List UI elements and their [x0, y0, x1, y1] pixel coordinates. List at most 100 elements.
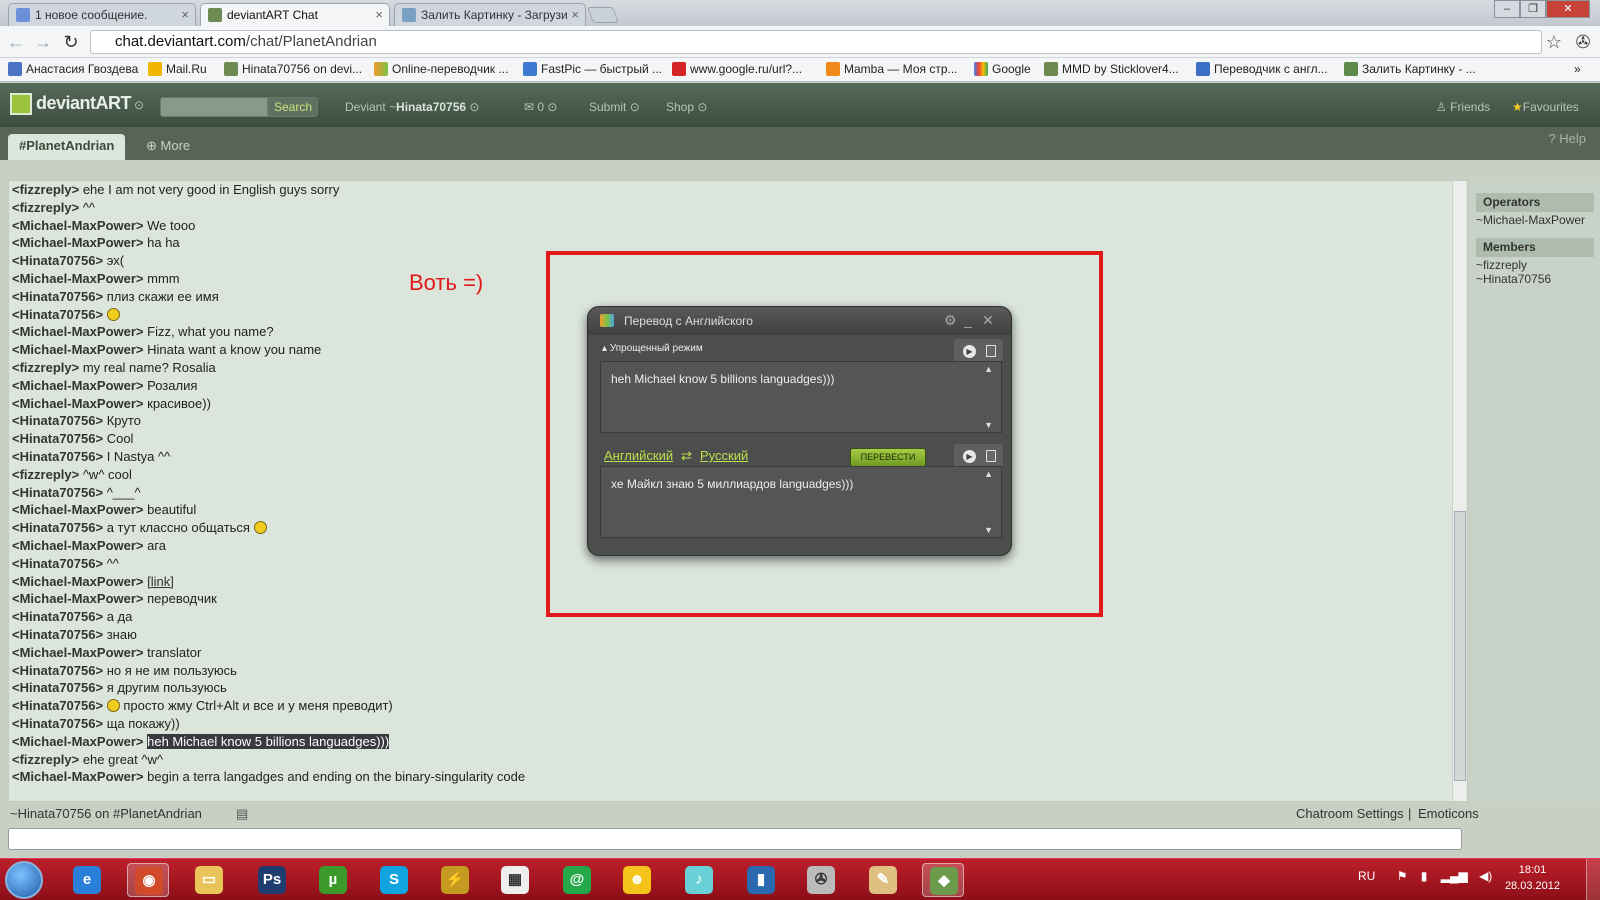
chat-nick[interactable]: <Hinata70756> — [12, 289, 103, 304]
clock[interactable]: 18:01 28.03.2012 — [1505, 862, 1560, 894]
flag-icon[interactable]: ⚑ — [1397, 869, 1408, 883]
chat-nick[interactable]: <Hinata70756> — [12, 485, 103, 500]
chrome-taskbar-button[interactable]: ◉ — [127, 863, 169, 897]
search-button[interactable]: Search — [268, 97, 318, 117]
minimize-button[interactable]: – — [1494, 0, 1520, 18]
bookmark-item[interactable]: FastPic — быстрый ... — [523, 62, 662, 76]
start-button[interactable] — [5, 861, 43, 899]
bookmarks-overflow-icon[interactable]: » — [1574, 62, 1581, 76]
notes-icon[interactable]: ▤ — [236, 806, 248, 822]
target-language-link[interactable]: Русский — [700, 448, 748, 463]
scroll-down-icon[interactable]: ▼ — [984, 525, 993, 535]
new-tab-button[interactable] — [587, 7, 619, 23]
chat-nick[interactable]: <Michael-MaxPower> — [12, 271, 144, 286]
chat-scrollbar[interactable] — [1452, 181, 1466, 801]
star-icon[interactable]: ☆ — [1543, 32, 1565, 53]
battery-icon[interactable]: ▮ — [1421, 869, 1428, 883]
translator-titlebar[interactable]: Перевод с Английского ⚙ _ ✕ — [588, 307, 1011, 335]
browser-tab-fastpic[interactable]: Залить Картинку - Загрузи × — [394, 3, 586, 26]
tab-planetandrian[interactable]: #PlanetAndrian — [8, 134, 126, 160]
search-input[interactable] — [160, 97, 268, 117]
member-item[interactable]: ~Hinata70756 — [1476, 272, 1551, 286]
chat-nick[interactable]: <Hinata70756> — [12, 627, 103, 642]
chat-nick[interactable]: <Michael-MaxPower> — [12, 538, 144, 553]
bookmark-item[interactable]: Mail.Ru — [148, 62, 207, 76]
close-icon[interactable]: × — [375, 7, 383, 22]
chat-nick[interactable]: <Michael-MaxPower> — [12, 235, 144, 250]
friends-link[interactable]: ♙ Friends — [1436, 100, 1490, 114]
deviant-menu[interactable]: Deviant ~Hinata70756 ⊙ — [345, 100, 479, 114]
simple-mode-toggle[interactable]: ▴ Упрощенный режим — [602, 343, 703, 354]
chat-nick[interactable]: <Hinata70756> — [12, 716, 103, 731]
chat-nick[interactable]: <fizzreply> — [12, 467, 79, 482]
bookmark-item[interactable]: Переводчик с англ... — [1196, 62, 1328, 76]
member-item[interactable]: ~fizzreply — [1476, 258, 1551, 272]
submit-menu[interactable]: Submit ⊙ — [589, 100, 640, 114]
chat-nick[interactable]: <fizzreply> — [12, 752, 79, 767]
emoticons-link[interactable]: Emoticons — [1418, 806, 1479, 821]
scroll-up-icon[interactable]: ▲ — [984, 364, 993, 374]
chat-nick[interactable]: <Michael-MaxPower> — [12, 574, 144, 589]
winamp-taskbar-button[interactable]: ⚡ — [434, 863, 476, 897]
photoshop-taskbar-button[interactable]: Ps — [251, 863, 293, 897]
play-icon[interactable]: ▶ — [963, 450, 976, 463]
close-icon[interactable]: × — [571, 7, 579, 22]
gear-icon[interactable]: ⚙ — [944, 312, 957, 329]
translate-button[interactable]: ПЕРЕВЕСТИ — [850, 448, 926, 467]
utorrent-taskbar-button[interactable]: µ — [312, 863, 354, 897]
source-text-box[interactable]: heh Michael know 5 billions languadges))… — [600, 361, 1002, 433]
member-item[interactable]: ~Michael-MaxPower — [1476, 213, 1585, 227]
chat-nick[interactable]: <Hinata70756> — [12, 680, 103, 695]
bookmark-item[interactable]: Hinata70756 on devi... — [224, 62, 362, 76]
chat-nick[interactable]: <Michael-MaxPower> — [12, 645, 144, 660]
bookmark-item[interactable]: MMD by Sticklover4... — [1044, 62, 1179, 76]
swap-languages-icon[interactable]: ⇄ — [681, 448, 692, 464]
chat-nick[interactable]: <Hinata70756> — [12, 556, 103, 571]
back-icon[interactable]: ← — [5, 32, 27, 53]
chat-nick[interactable]: <Hinata70756> — [12, 663, 103, 678]
messages-menu[interactable]: ✉ 0 ⊙ — [524, 100, 557, 114]
play-icon[interactable]: ▶ — [963, 345, 976, 358]
wrench-icon[interactable]: ✇ — [1572, 32, 1594, 53]
chat-nick[interactable]: <fizzreply> — [12, 200, 79, 215]
language-indicator[interactable]: RU — [1358, 869, 1375, 883]
bookmark-item[interactable]: www.google.ru/url?... — [672, 62, 802, 76]
chat-nick[interactable]: <fizzreply> — [12, 182, 79, 197]
chat-nick[interactable]: <Hinata70756> — [12, 449, 103, 464]
miku-taskbar-button[interactable]: ♪ — [678, 863, 720, 897]
chat-nick[interactable]: <Michael-MaxPower> — [12, 342, 144, 357]
jacket-taskbar-button[interactable]: ▮ — [740, 863, 782, 897]
chat-nick[interactable]: <Michael-MaxPower> — [12, 769, 144, 784]
scroll-down-icon[interactable]: ▼ — [984, 420, 993, 430]
result-text-box[interactable]: хе Майкл знаю 5 миллиардов languadges)))… — [600, 466, 1002, 538]
window-close-button[interactable]: ✕ — [1546, 0, 1590, 18]
chevron-down-icon[interactable]: ⊙ — [134, 98, 144, 112]
favourites-link[interactable]: ★Favourites — [1512, 100, 1579, 114]
minimize-icon[interactable]: _ — [964, 312, 972, 328]
copy-icon[interactable] — [986, 345, 996, 357]
scrollbar-thumb[interactable] — [1454, 511, 1466, 781]
internet-explorer-taskbar-button[interactable]: e — [66, 863, 108, 897]
shop-menu[interactable]: Shop ⊙ — [666, 100, 707, 114]
calendar-taskbar-button[interactable]: ▦ — [494, 863, 536, 897]
chat-nick[interactable]: <Hinata70756> — [12, 520, 103, 535]
scroll-up-icon[interactable]: ▲ — [984, 469, 993, 479]
show-desktop-button[interactable] — [1586, 859, 1600, 900]
chat-nick[interactable]: <Hinata70756> — [12, 307, 103, 322]
close-icon[interactable]: × — [181, 7, 189, 22]
chatroom-settings-link[interactable]: Chatroom Settings — [1296, 806, 1404, 821]
browser-tab-mail[interactable]: 1 новое сообщение. × — [8, 3, 196, 26]
chat-nick[interactable]: <Michael-MaxPower> — [12, 591, 144, 606]
media-taskbar-button[interactable]: ✇ — [800, 863, 842, 897]
bookmark-item[interactable]: Mamba — Моя стр... — [826, 62, 958, 76]
chat-nick[interactable]: <Michael-MaxPower> — [12, 324, 144, 339]
forward-icon[interactable]: → — [32, 32, 54, 53]
chat-nick[interactable]: <Michael-MaxPower> — [12, 218, 144, 233]
chat-nick[interactable]: <Michael-MaxPower> — [12, 734, 144, 749]
chat-nick[interactable]: <Hinata70756> — [12, 698, 103, 713]
chat-nick[interactable]: <Hinata70756> — [12, 431, 103, 446]
skype-taskbar-button[interactable]: S — [373, 863, 415, 897]
chat-nick[interactable]: <fizzreply> — [12, 360, 79, 375]
translator-taskbar-button[interactable]: ◆ — [922, 863, 964, 897]
chat-text[interactable]: [link] — [147, 574, 174, 589]
